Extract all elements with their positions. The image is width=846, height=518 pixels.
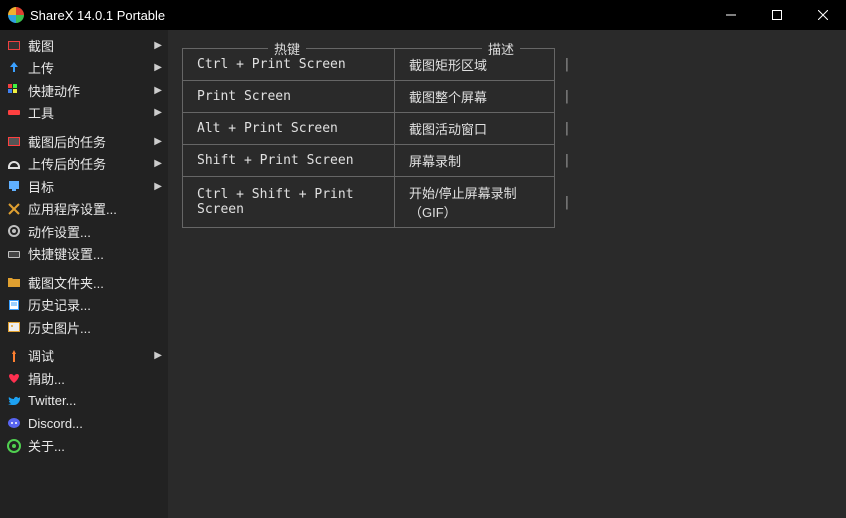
menu-label: 目标 [28, 177, 150, 196]
sidebar: 截图 ▶ 上传 ▶ 快捷动作 ▶ 工具 ▶ 截图后的任务 ▶ 上传后的任务 ▶ 目标 ▶ 应用程序设置...… [0, 30, 168, 518]
hotkey-row[interactable]: Print Screen截图整个屏幕| [183, 81, 580, 113]
debug-icon [6, 348, 22, 364]
hotkey-cell: Alt + Print Screen [183, 113, 395, 145]
menu-label: 快捷动作 [28, 81, 150, 100]
menu-item-quickact[interactable]: 快捷动作 ▶ [0, 79, 168, 102]
afterup-icon [6, 156, 22, 172]
close-button[interactable] [800, 0, 846, 30]
menu-item-upload[interactable]: 上传 ▶ [0, 57, 168, 80]
menu-item-screenshot[interactable]: 截图 ▶ [0, 34, 168, 57]
row-marker: | [555, 49, 580, 81]
desc-cell: 截图整个屏幕 [395, 81, 555, 113]
screenshot-icon [6, 37, 22, 53]
submenu-arrow-icon: ▶ [154, 85, 162, 96]
menu-label: 工具 [28, 103, 150, 122]
menu-label: 动作设置... [28, 222, 162, 241]
desc-cell: 截图矩形区域 [395, 49, 555, 81]
maximize-button[interactable] [754, 0, 800, 30]
menu-label: Discord... [28, 416, 162, 431]
hotkey-column-header: 热键 [268, 39, 306, 58]
menu-label: 历史记录... [28, 295, 162, 314]
menu-item-debug[interactable]: 调试 ▶ [0, 345, 168, 368]
menu-label: 快捷键设置... [28, 244, 162, 263]
quickact-icon [6, 82, 22, 98]
hotkey-row[interactable]: Shift + Print Screen屏幕录制| [183, 145, 580, 177]
folder-icon [6, 274, 22, 290]
menu-item-hotkeyset[interactable]: 快捷键设置... [0, 243, 168, 266]
content-area: 热键 描述 Ctrl + Print Screen截图矩形区域|Print Sc… [168, 30, 846, 518]
submenu-arrow-icon: ▶ [154, 107, 162, 118]
appset-icon [6, 201, 22, 217]
menu-label: 截图 [28, 36, 150, 55]
app-icon [8, 7, 24, 23]
menu-item-history[interactable]: 历史记录... [0, 294, 168, 317]
menu-item-about[interactable]: 关于... [0, 435, 168, 458]
menu-item-twitter[interactable]: Twitter... [0, 390, 168, 413]
upload-icon [6, 60, 22, 76]
menu-item-dest[interactable]: 目标 ▶ [0, 175, 168, 198]
hotkey-cell: Shift + Print Screen [183, 145, 395, 177]
submenu-arrow-icon: ▶ [154, 181, 162, 192]
hotkey-table: Ctrl + Print Screen截图矩形区域|Print Screen截图… [182, 48, 580, 228]
tools-icon [6, 105, 22, 121]
menu-label: 截图后的任务 [28, 132, 150, 151]
menu-item-appset[interactable]: 应用程序设置... [0, 198, 168, 221]
menu-label: 调试 [28, 346, 150, 365]
row-marker: | [555, 145, 580, 177]
menu-item-tools[interactable]: 工具 ▶ [0, 102, 168, 125]
menu-item-imghist[interactable]: 历史图片... [0, 316, 168, 339]
menu-label: 历史图片... [28, 318, 162, 337]
aftercap-icon [6, 133, 22, 149]
desc-cell: 截图活动窗口 [395, 113, 555, 145]
about-icon [6, 438, 22, 454]
window-title: ShareX 14.0.1 Portable [30, 8, 708, 23]
submenu-arrow-icon: ▶ [154, 158, 162, 169]
hotkeyset-icon [6, 246, 22, 262]
submenu-arrow-icon: ▶ [154, 40, 162, 51]
menu-label: 关于... [28, 436, 162, 455]
submenu-arrow-icon: ▶ [154, 350, 162, 361]
row-marker: | [555, 113, 580, 145]
actset-icon [6, 223, 22, 239]
dest-icon [6, 178, 22, 194]
hotkey-row[interactable]: Alt + Print Screen截图活动窗口| [183, 113, 580, 145]
menu-label: 应用程序设置... [28, 199, 162, 218]
titlebar: ShareX 14.0.1 Portable [0, 0, 846, 30]
menu-label: Twitter... [28, 393, 162, 408]
hotkey-row[interactable]: Ctrl + Shift + Print Screen开始/停止屏幕录制（GIF… [183, 177, 580, 228]
twitter-icon [6, 393, 22, 409]
hotkey-cell: Print Screen [183, 81, 395, 113]
history-icon [6, 297, 22, 313]
menu-label: 上传后的任务 [28, 154, 150, 173]
menu-label: 截图文件夹... [28, 273, 162, 292]
desc-cell: 屏幕录制 [395, 145, 555, 177]
menu-item-folder[interactable]: 截图文件夹... [0, 271, 168, 294]
row-marker: | [555, 177, 580, 228]
desc-column-header: 描述 [482, 39, 520, 58]
row-marker: | [555, 81, 580, 113]
hotkey-cell: Ctrl + Shift + Print Screen [183, 177, 395, 228]
discord-icon [6, 415, 22, 431]
menu-item-afterup[interactable]: 上传后的任务 ▶ [0, 153, 168, 176]
minimize-button[interactable] [708, 0, 754, 30]
desc-cell: 开始/停止屏幕录制（GIF） [395, 177, 555, 228]
menu-label: 捐助... [28, 369, 162, 388]
menu-item-actset[interactable]: 动作设置... [0, 220, 168, 243]
menu-item-aftercap[interactable]: 截图后的任务 ▶ [0, 130, 168, 153]
submenu-arrow-icon: ▶ [154, 62, 162, 73]
menu-item-discord[interactable]: Discord... [0, 412, 168, 435]
menu-label: 上传 [28, 58, 150, 77]
imghist-icon [6, 319, 22, 335]
donate-icon [6, 370, 22, 386]
submenu-arrow-icon: ▶ [154, 136, 162, 147]
menu-item-donate[interactable]: 捐助... [0, 367, 168, 390]
